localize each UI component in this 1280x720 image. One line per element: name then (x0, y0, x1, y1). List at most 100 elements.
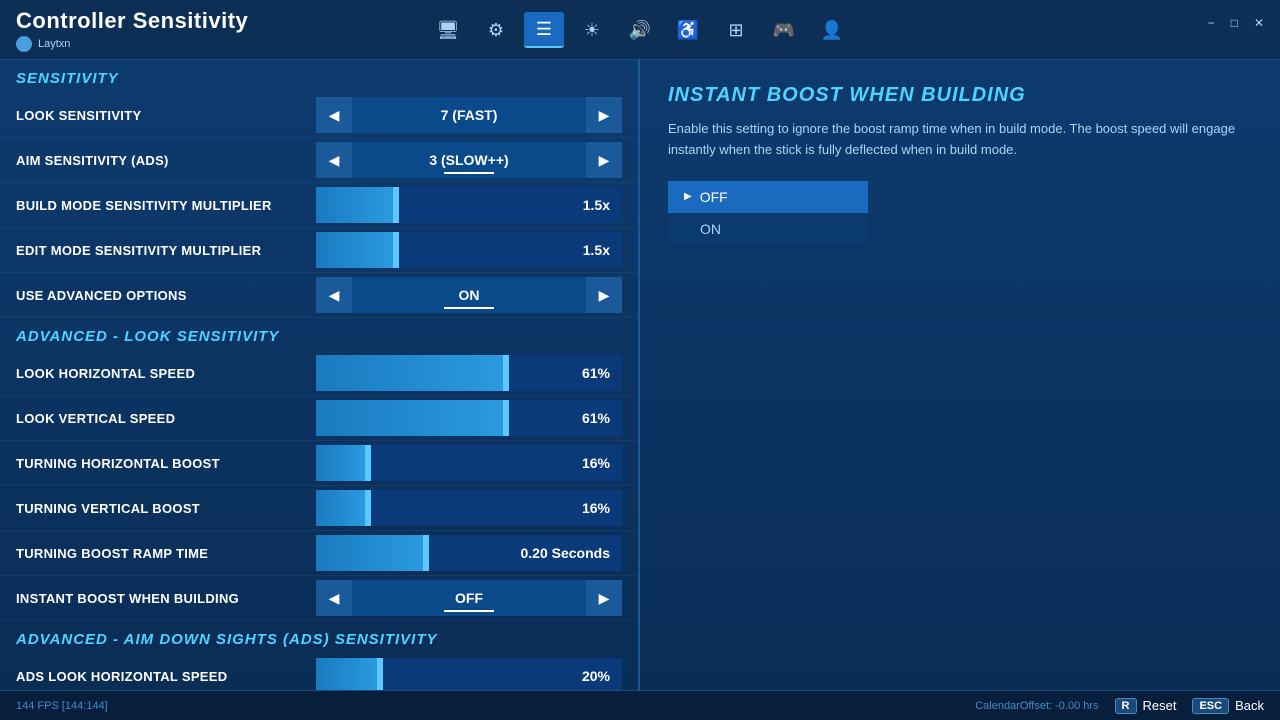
turn-vert-handle[interactable] (365, 490, 371, 526)
audio-icon[interactable]: 🔊 (620, 12, 660, 48)
setting-row-look-sensitivity: LOOK SENSITIVITY ◀ 7 (FAST) ▶ (0, 93, 638, 138)
calendar-info: CalendarOffset: -0.00 hrs (975, 700, 1098, 712)
look-horiz-handle[interactable] (503, 355, 509, 391)
reset-button[interactable]: R Reset (1115, 698, 1177, 714)
right-panel: INSTANT BOOST WHEN BUILDING Enable this … (640, 60, 1280, 690)
right-panel-options: ▶ OFF ON (668, 181, 868, 245)
brightness-icon[interactable]: ☀ (572, 12, 612, 48)
edit-mode-label: EDIT MODE SENSITIVITY MULTIPLIER (16, 243, 316, 258)
look-horiz-value: 61% (582, 365, 610, 381)
turn-horiz-label: TURNING HORIZONTAL BOOST (16, 456, 316, 471)
look-vert-handle[interactable] (503, 400, 509, 436)
look-sensitivity-control: ◀ 7 (FAST) ▶ (316, 97, 622, 133)
layout-icon[interactable]: ⊞ (716, 12, 756, 48)
ads-horiz-fill (316, 658, 377, 690)
aim-sensitivity-value: 3 (SLOW++) (352, 142, 586, 178)
look-horiz-slider[interactable]: 61% (316, 355, 622, 391)
bottom-bar: 144 FPS [144:144] CalendarOffset: -0.00 … (0, 690, 1280, 720)
ramp-time-handle[interactable] (423, 535, 429, 571)
look-vert-value: 61% (582, 410, 610, 426)
turn-vert-value: 16% (582, 500, 610, 516)
close-button[interactable]: ✕ (1250, 14, 1268, 32)
turn-vert-label: TURNING VERTICAL BOOST (16, 501, 316, 516)
section-advanced-look-header: ADVANCED - LOOK SENSITIVITY (0, 318, 638, 351)
build-mode-fill (316, 187, 393, 223)
ramp-time-fill (316, 535, 423, 571)
ads-horiz-track: 20% (316, 658, 622, 690)
look-horiz-fill (316, 355, 503, 391)
look-horiz-track: 61% (316, 355, 622, 391)
instant-boost-underline (444, 610, 494, 612)
setting-row-look-horiz: LOOK HORIZONTAL SPEED 61% (0, 351, 638, 396)
minimize-button[interactable]: − (1204, 14, 1219, 32)
page-title: Controller Sensitivity (16, 8, 248, 34)
look-horiz-label: LOOK HORIZONTAL SPEED (16, 366, 316, 381)
use-advanced-right-btn[interactable]: ▶ (586, 277, 622, 313)
use-advanced-label: USE ADVANCED OPTIONS (16, 288, 316, 303)
aim-sensitivity-control: ◀ 3 (SLOW++) ▶ (316, 142, 622, 178)
nav-icons: 🖥 ⚙ ☰ ☀ 🔊 ♿ ⊞ 🎮 👤 (428, 12, 852, 48)
aim-sensitivity-label: AIM SENSITIVITY (ADS) (16, 153, 316, 168)
turn-vert-fill (316, 490, 365, 526)
section-advanced-ads-header: ADVANCED - AIM DOWN SIGHTS (ADS) SENSITI… (0, 621, 638, 654)
turn-horiz-handle[interactable] (365, 445, 371, 481)
setting-row-turn-horiz: TURNING HORIZONTAL BOOST 16% (0, 441, 638, 486)
use-advanced-left-btn[interactable]: ◀ (316, 277, 352, 313)
back-key-badge: ESC (1192, 698, 1229, 714)
ramp-time-slider[interactable]: 0.20 Seconds (316, 535, 622, 571)
accessibility-icon[interactable]: ♿ (668, 12, 708, 48)
build-mode-handle[interactable] (393, 187, 399, 223)
ads-horiz-handle[interactable] (377, 658, 383, 690)
section-sensitivity-header: SENSITIVITY (0, 60, 638, 93)
setting-row-ramp-time: TURNING BOOST RAMP TIME 0.20 Seconds (0, 531, 638, 576)
list-icon[interactable]: ☰ (524, 12, 564, 48)
controller-icon[interactable]: 🎮 (764, 12, 804, 48)
turn-horiz-fill (316, 445, 365, 481)
restore-button[interactable]: □ (1227, 14, 1242, 32)
ads-horiz-slider[interactable]: 20% (316, 658, 622, 690)
turn-horiz-value: 16% (582, 455, 610, 471)
right-panel-title: INSTANT BOOST WHEN BUILDING (668, 84, 1252, 107)
use-advanced-control: ◀ ON ▶ (316, 277, 622, 313)
option-off[interactable]: ▶ OFF (668, 181, 868, 213)
look-sensitivity-left-btn[interactable]: ◀ (316, 97, 352, 133)
setting-row-look-vert: LOOK VERTICAL SPEED 61% (0, 396, 638, 441)
look-vert-label: LOOK VERTICAL SPEED (16, 411, 316, 426)
look-sensitivity-right-btn[interactable]: ▶ (586, 97, 622, 133)
ramp-time-track: 0.20 Seconds (316, 535, 622, 571)
gear-icon[interactable]: ⚙ (476, 12, 516, 48)
instant-boost-left-btn[interactable]: ◀ (316, 580, 352, 616)
build-mode-track: 1.5x (316, 187, 622, 223)
monitor-icon[interactable]: 🖥 (428, 12, 468, 48)
edit-mode-value: 1.5x (583, 242, 610, 258)
instant-boost-right-btn[interactable]: ▶ (586, 580, 622, 616)
back-button[interactable]: ESC Back (1192, 698, 1264, 714)
turn-vert-slider[interactable]: 16% (316, 490, 622, 526)
aim-sensitivity-underline (444, 172, 494, 174)
edit-mode-slider[interactable]: 1.5x (316, 232, 622, 268)
user-avatar (16, 36, 32, 52)
reset-key-badge: R (1115, 698, 1137, 714)
turn-vert-track: 16% (316, 490, 622, 526)
turn-horiz-slider[interactable]: 16% (316, 445, 622, 481)
aim-sensitivity-right-btn[interactable]: ▶ (586, 142, 622, 178)
ramp-time-label: TURNING BOOST RAMP TIME (16, 546, 316, 561)
main-layout: SENSITIVITY LOOK SENSITIVITY ◀ 7 (FAST) … (0, 60, 1280, 690)
left-panel: SENSITIVITY LOOK SENSITIVITY ◀ 7 (FAST) … (0, 60, 640, 690)
setting-row-edit-mode: EDIT MODE SENSITIVITY MULTIPLIER 1.5x (0, 228, 638, 273)
edit-mode-handle[interactable] (393, 232, 399, 268)
look-vert-slider[interactable]: 61% (316, 400, 622, 436)
look-vert-track: 61% (316, 400, 622, 436)
setting-row-build-mode: BUILD MODE SENSITIVITY MULTIPLIER 1.5x (0, 183, 638, 228)
look-sensitivity-label: LOOK SENSITIVITY (16, 108, 316, 123)
reset-label: Reset (1143, 698, 1177, 713)
option-off-arrow: ▶ (684, 191, 692, 202)
aim-sensitivity-left-btn[interactable]: ◀ (316, 142, 352, 178)
setting-row-use-advanced: USE ADVANCED OPTIONS ◀ ON ▶ (0, 273, 638, 318)
look-sensitivity-value: 7 (FAST) (352, 97, 586, 133)
setting-row-instant-boost: INSTANT BOOST WHEN BUILDING ◀ OFF ▶ (0, 576, 638, 621)
option-on[interactable]: ON (668, 213, 868, 245)
use-advanced-underline (444, 307, 494, 309)
profile-icon[interactable]: 👤 (812, 12, 852, 48)
build-mode-slider[interactable]: 1.5x (316, 187, 622, 223)
